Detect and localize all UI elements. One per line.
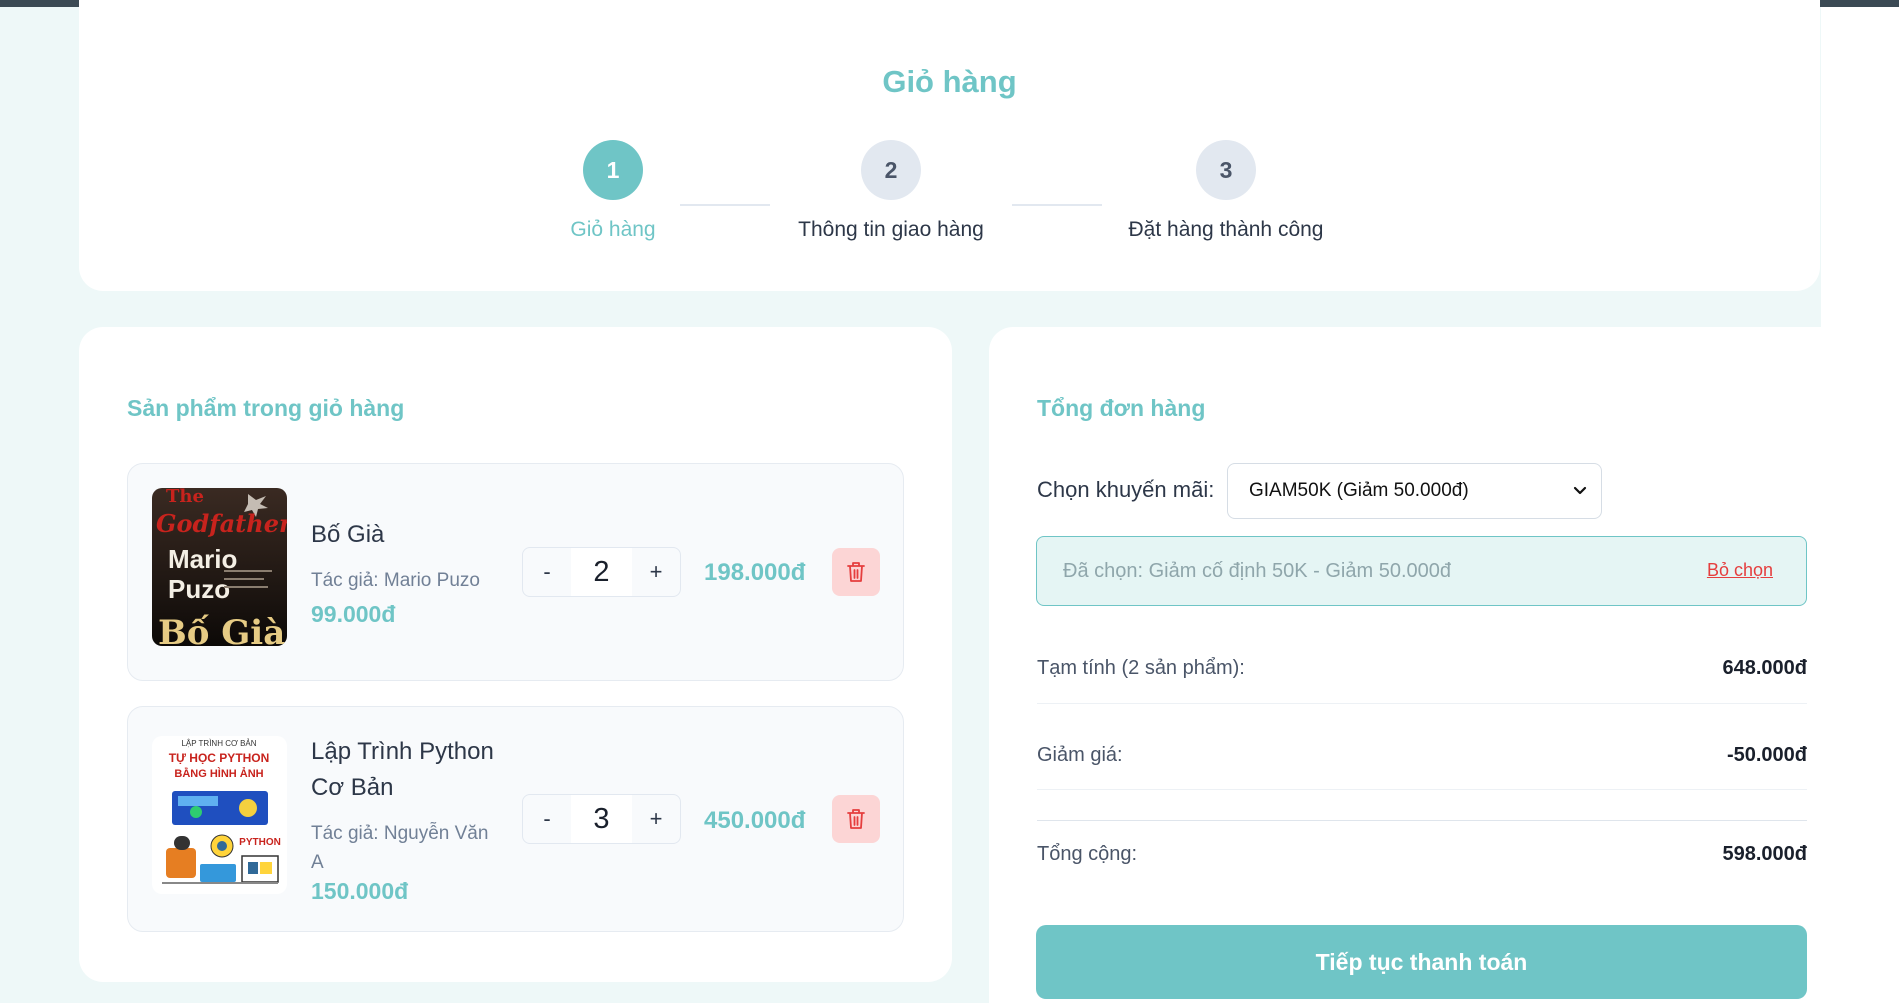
divider [1037, 820, 1807, 821]
promo-select[interactable]: GIAM50K (Giảm 50.000đ) [1227, 463, 1602, 519]
quantity-value[interactable]: 2 [571, 548, 632, 596]
step-connector-2 [1012, 204, 1102, 206]
cover-text: BẰNG HÌNH ẢNH [174, 767, 263, 780]
step-order-success: 3 Đặt hàng thành công [1096, 140, 1356, 242]
quantity-value[interactable]: 3 [571, 795, 632, 843]
subtotal-value: 648.000đ [1722, 657, 1807, 679]
quantity-stepper: - 2 + [522, 547, 681, 597]
item-name: Bố Già [311, 521, 385, 548]
decrease-quantity-button[interactable]: - [523, 548, 571, 596]
cover-text: LẬP TRÌNH CƠ BẢN [181, 739, 256, 748]
divider [1037, 789, 1807, 790]
trash-icon [847, 562, 865, 582]
remove-item-button[interactable] [832, 548, 880, 596]
summary-section-title: Tổng đơn hàng [1037, 395, 1206, 421]
chevron-down-icon [1573, 486, 1587, 495]
step-number: 1 [583, 140, 643, 200]
discount-value: -50.000đ [1726, 744, 1807, 766]
cover-text: Puzo [168, 574, 230, 604]
cover-text: Godfather [156, 509, 287, 538]
divider [1037, 703, 1807, 704]
cover-text: Bố Già [158, 613, 285, 646]
cover-text: TỰ HỌC PYTHON [169, 751, 270, 765]
item-author: Tác giả: Nguyễn Văn A [311, 823, 489, 873]
step-number: 2 [861, 140, 921, 200]
decrease-quantity-button[interactable]: - [523, 795, 571, 843]
promo-selected-value: GIAM50K (Giảm 50.000đ) [1249, 480, 1469, 501]
item-unit-price: 150.000đ [311, 878, 409, 904]
item-unit-price: 99.000đ [311, 601, 396, 627]
item-author: Tác giả: Mario Puzo [311, 570, 480, 591]
total-label: Tổng cộng: [1037, 843, 1138, 865]
cover-text: The [166, 488, 204, 507]
item-line-total: 450.000đ [704, 807, 806, 834]
trash-icon [847, 809, 865, 829]
subtotal-row: Tạm tính (2 sản phẩm): 648.000đ [1037, 657, 1807, 697]
book-cover-image: LẬP TRÌNH CƠ BẢN TỰ HỌC PYTHON BẰNG HÌNH… [152, 736, 287, 894]
step-label: Giỏ hàng [570, 218, 656, 241]
remove-promo-link[interactable]: Bỏ chọn [1707, 560, 1773, 581]
quantity-stepper: - 3 + [522, 794, 681, 844]
step-label: Đặt hàng thành công [1128, 218, 1324, 241]
page-title: Giỏ hàng [882, 64, 1017, 99]
selected-promo-text: Đã chọn: Giảm cố định 50K - Giảm 50.000đ [1063, 560, 1451, 582]
step-cart: 1 Giỏ hàng [483, 140, 743, 242]
checkout-progress-card: Giỏ hàng 1 Giỏ hàng 2 Thông tin giao hàn… [79, 0, 1820, 291]
discount-label: Giảm giá: [1037, 744, 1123, 766]
continue-checkout-button[interactable]: Tiếp tục thanh toán [1036, 925, 1807, 999]
increase-quantity-button[interactable]: + [632, 795, 680, 843]
total-value: 598.000đ [1722, 843, 1807, 865]
book-cover-image: The Godfather Mario Puzo Bố Già [152, 488, 287, 646]
order-summary-card: Tổng đơn hàng Chọn khuyến mãi: GIAM50K (… [989, 327, 1855, 1003]
total-row: Tổng cộng: 598.000đ [1037, 843, 1807, 883]
cart-items-card: Sản phẩm trong giỏ hàng The Godfather Ma… [79, 327, 952, 982]
subtotal-label: Tạm tính (2 sản phẩm): [1037, 657, 1245, 679]
increase-quantity-button[interactable]: + [632, 548, 680, 596]
cart-item: The Godfather Mario Puzo Bố Già Bố Già T… [127, 463, 904, 681]
step-number: 3 [1196, 140, 1256, 200]
remove-item-button[interactable] [832, 795, 880, 843]
promo-label: Chọn khuyến mãi: [1037, 477, 1215, 502]
cart-item: LẬP TRÌNH CƠ BẢN TỰ HỌC PYTHON BẰNG HÌNH… [127, 706, 904, 932]
step-label: Thông tin giao hàng [798, 218, 984, 241]
cover-text: PYTHON [239, 837, 281, 848]
item-line-total: 198.000đ [704, 559, 806, 586]
selected-promo-banner: Đã chọn: Giảm cố định 50K - Giảm 50.000đ… [1036, 536, 1807, 606]
step-shipping-info: 2 Thông tin giao hàng [761, 140, 1021, 242]
item-name: Lập Trình Python Cơ Bản [311, 738, 494, 801]
cover-text: Mario [168, 544, 237, 574]
discount-row: Giảm giá: -50.000đ [1037, 744, 1807, 784]
cart-section-title: Sản phẩm trong giỏ hàng [127, 395, 405, 421]
